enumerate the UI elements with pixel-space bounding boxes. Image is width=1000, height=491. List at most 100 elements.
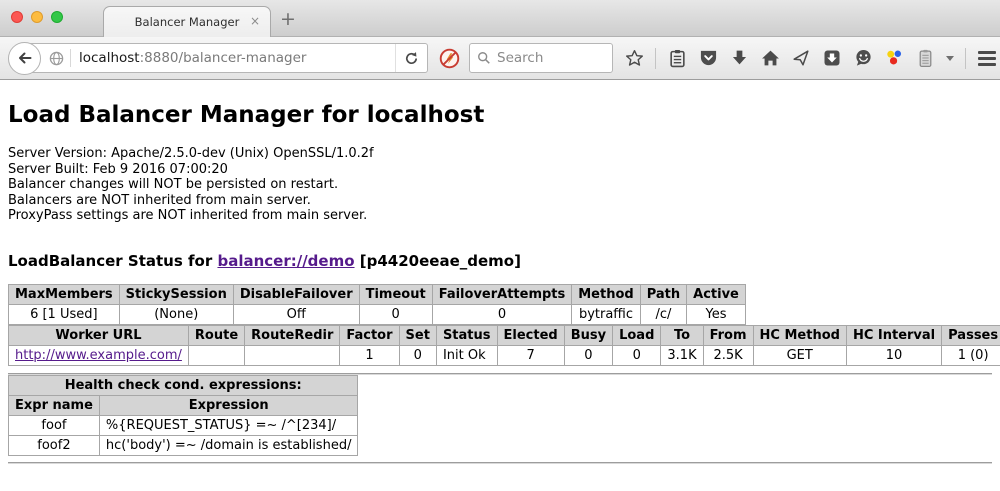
col-timeout: Timeout [359, 284, 432, 304]
cell-disablefailover: Off [233, 304, 359, 324]
bookmarks-menu-icon[interactable] [667, 48, 687, 68]
cell-status: Init Ok [436, 345, 497, 365]
col-set: Set [399, 325, 436, 345]
col-path: Path [640, 284, 686, 304]
cell-factor: 1 [340, 345, 399, 365]
page-content: Load Balancer Manager for localhost Serv… [0, 80, 1000, 491]
toolbar-separator [655, 48, 656, 69]
col-routeredir: RouteRedir [245, 325, 340, 345]
tab-close-icon[interactable]: × [250, 15, 260, 27]
col-maxmembers: MaxMembers [9, 284, 120, 304]
col-active: Active [687, 284, 746, 304]
col-route: Route [188, 325, 244, 345]
chat-smiley-icon[interactable] [853, 48, 873, 68]
url-host: localhost [79, 50, 140, 66]
url-bar[interactable]: localhost:8880/balancer-manager [24, 43, 428, 73]
worker-url-link[interactable]: http://www.example.com/ [15, 348, 182, 363]
cell-passes: 1 (0) [942, 345, 1000, 365]
cell-stickysession: (None) [119, 304, 233, 324]
col-method: Method [572, 284, 640, 304]
home-icon[interactable] [760, 48, 780, 68]
bookmark-star-icon[interactable] [624, 48, 644, 68]
browser-window: Balancer Manager × + localhost:8880/bala… [0, 0, 1000, 491]
pocket-icon[interactable] [698, 48, 718, 68]
cell-maxmembers: 6 [1 Used] [9, 304, 120, 324]
cell-hc-interval: 10 [846, 345, 941, 365]
search-icon [477, 51, 491, 65]
menu-hamburger-icon[interactable] [977, 48, 997, 68]
loadbalancer-status-heading: LoadBalancer Status for balancer://demo … [8, 252, 992, 270]
health-row-foof2: foof2 hc('body') =~ /domain is establish… [9, 435, 358, 455]
cell-busy: 0 [564, 345, 612, 365]
cell-worker-url: http://www.example.com/ [9, 345, 189, 365]
minimize-window-button[interactable] [31, 11, 43, 23]
zoom-window-button[interactable] [51, 11, 63, 23]
cell-failoverattempts: 0 [432, 304, 572, 324]
back-arrow-icon [17, 50, 33, 66]
bottom-rule [8, 462, 992, 464]
cell-expr-name-foof: foof [9, 415, 100, 435]
page-title: Load Balancer Manager for localhost [8, 102, 992, 128]
new-tab-button[interactable]: + [280, 10, 296, 29]
cell-expr-name-foof2: foof2 [9, 435, 100, 455]
col-busy: Busy [564, 325, 612, 345]
col-status: Status [436, 325, 497, 345]
cell-elected: 7 [497, 345, 564, 365]
col-stickysession: StickySession [119, 284, 233, 304]
health-check-table: Health check cond. expressions: Expr nam… [8, 375, 358, 456]
back-button[interactable] [8, 42, 41, 75]
cell-active: Yes [687, 304, 746, 324]
cell-load: 0 [613, 345, 661, 365]
cell-timeout: 0 [359, 304, 432, 324]
search-field[interactable]: Search [469, 43, 613, 73]
search-placeholder: Search [497, 50, 543, 66]
tab-balancer-manager[interactable]: Balancer Manager × [103, 6, 271, 37]
health-row-foof: foof %{REQUEST_STATUS} =~ /^[234]/ [9, 415, 358, 435]
col-expr-name: Expr name [9, 395, 100, 415]
worker-header-row: Worker URL Route RouteRedir Factor Set S… [9, 325, 1000, 345]
cell-hc-method: GET [753, 345, 846, 365]
navigation-toolbar: localhost:8880/balancer-manager Search [0, 37, 1000, 80]
toolbar-buttons [624, 48, 1000, 69]
inherit-notice-line: Balancers are NOT inherited from main se… [8, 193, 992, 209]
col-failoverattempts: FailoverAttempts [432, 284, 572, 304]
cell-path: /c/ [640, 304, 686, 324]
plugin-blocked-icon[interactable] [439, 48, 460, 69]
titlebar: Balancer Manager × + [0, 0, 1000, 37]
downloads-icon[interactable] [729, 48, 749, 68]
col-to: To [661, 325, 703, 345]
col-worker-url: Worker URL [9, 325, 189, 345]
window-controls [11, 11, 63, 23]
cell-expression-foof2: hc('body') =~ /domain is established/ [99, 435, 358, 455]
col-disablefailover: DisableFailover [233, 284, 359, 304]
health-table-title: Health check cond. expressions: [9, 375, 358, 395]
col-from: From [703, 325, 753, 345]
url-text[interactable]: localhost:8880/balancer-manager [79, 50, 395, 66]
balancer-data-row: 6 [1 Used] (None) Off 0 0 bytraffic /c/ … [9, 304, 746, 324]
cell-from: 2.5K [703, 345, 753, 365]
status-heading-prefix: LoadBalancer Status for [8, 252, 217, 270]
col-factor: Factor [340, 325, 399, 345]
balancer-demo-link[interactable]: balancer://demo [217, 252, 354, 270]
server-built-line: Server Built: Feb 9 2016 07:00:20 [8, 162, 992, 178]
col-hc-interval: HC Interval [846, 325, 941, 345]
cell-routeredir [245, 345, 340, 365]
colored-dots-addon-icon[interactable] [884, 48, 904, 68]
send-tab-icon[interactable] [791, 48, 811, 68]
col-expression: Expression [99, 395, 358, 415]
close-window-button[interactable] [11, 11, 23, 23]
clipboard-addon-icon[interactable] [915, 48, 935, 68]
tab-title: Balancer Manager [135, 15, 240, 29]
col-load: Load [613, 325, 661, 345]
worker-table: Worker URL Route RouteRedir Factor Set S… [8, 325, 1000, 366]
cell-method: bytraffic [572, 304, 640, 324]
cell-set: 0 [399, 345, 436, 365]
site-identity-globe-icon[interactable] [49, 51, 64, 66]
proxypass-notice-line: ProxyPass settings are NOT inherited fro… [8, 208, 992, 224]
video-download-helper-icon[interactable] [822, 48, 842, 68]
toolbar-separator [965, 48, 966, 69]
reload-button[interactable] [395, 44, 427, 72]
chevron-down-icon[interactable] [946, 56, 954, 61]
col-hc-method: HC Method [753, 325, 846, 345]
reload-icon [404, 51, 419, 66]
